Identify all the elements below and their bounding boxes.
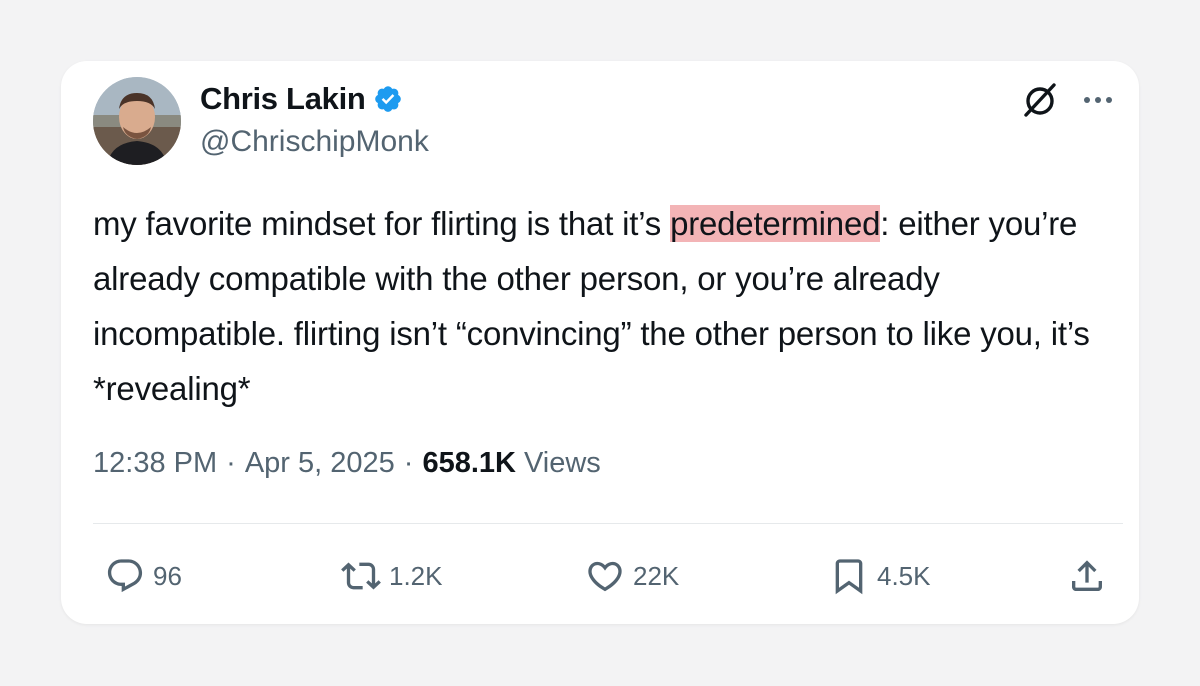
display-name[interactable]: Chris Lakin [200, 81, 366, 117]
divider [93, 523, 1123, 524]
more-icon[interactable] [1081, 83, 1115, 117]
bookmark-icon [835, 559, 863, 595]
repost-count: 1.2K [389, 560, 443, 591]
tweet-text: my favorite mindset for flirting is that… [93, 196, 1113, 416]
tweet-text-start: my favorite mindset for flirting is that… [93, 205, 671, 242]
bookmark-button[interactable]: 4.5K [829, 556, 931, 596]
reply-count: 96 [153, 560, 182, 591]
profile-photo-icon [93, 77, 181, 165]
repost-icon [341, 562, 381, 590]
grok-icon[interactable] [1021, 81, 1059, 119]
tweet-card: Chris Lakin @ChrischipMonk my favorite m… [61, 61, 1139, 624]
views-count[interactable]: 658.1K [422, 447, 516, 480]
like-button[interactable]: 22K [585, 556, 679, 596]
avatar[interactable] [93, 77, 181, 165]
like-count: 22K [633, 560, 680, 591]
views-label[interactable]: Views [524, 447, 601, 480]
tweet-time[interactable]: 12:38 PM [93, 447, 217, 480]
reply-icon [107, 559, 143, 593]
meta-separator: · [226, 447, 236, 479]
tweet-meta: 12:38 PM · Apr 5, 2025 · 658.1K Views [93, 447, 601, 480]
reply-button[interactable]: 96 [105, 556, 182, 596]
author-name-row[interactable]: Chris Lakin [200, 79, 403, 119]
highlighted-word: predetermined [670, 205, 881, 242]
meta-separator: · [403, 447, 414, 479]
action-bar: 96 1.2K 22K 4.5K [61, 556, 1139, 598]
verified-badge-icon [373, 84, 403, 114]
bookmark-count: 4.5K [877, 560, 931, 591]
heart-icon [588, 561, 622, 592]
repost-button[interactable]: 1.2K [341, 556, 443, 596]
share-icon [1072, 560, 1102, 591]
author-handle[interactable]: @ChrischipMonk [200, 125, 429, 159]
share-button[interactable] [1067, 556, 1107, 596]
tweet-date[interactable]: Apr 5, 2025 [245, 447, 395, 480]
